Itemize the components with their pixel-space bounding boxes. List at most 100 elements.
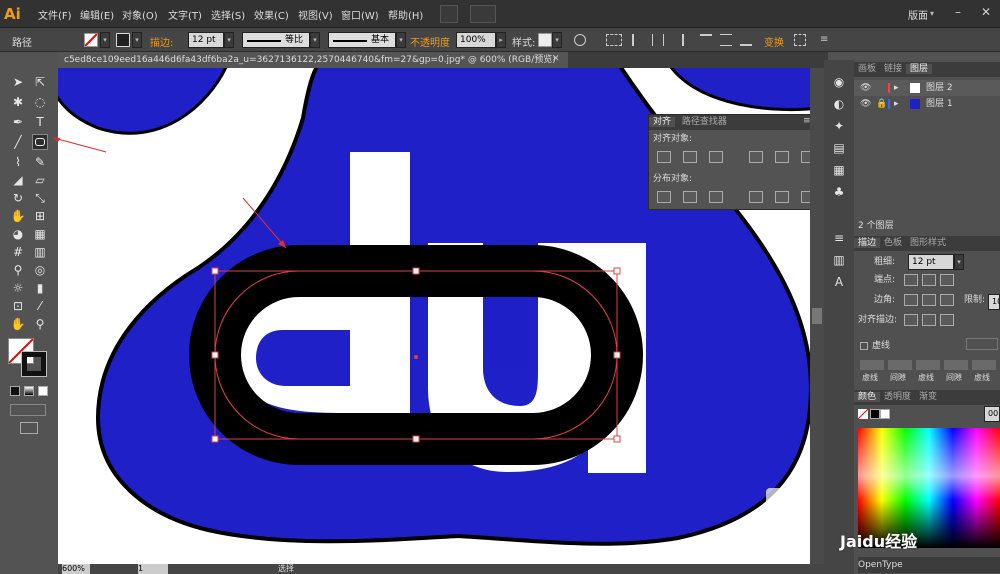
menu-view[interactable]: 视图(V) bbox=[298, 7, 333, 22]
fill-swatch[interactable] bbox=[84, 33, 98, 47]
blend-tool-icon[interactable]: ◎ bbox=[32, 262, 48, 278]
expand-arrow-icon[interactable]: ▸ bbox=[894, 96, 899, 112]
align-stroke-inside-icon[interactable] bbox=[922, 314, 936, 326]
handle-bottom-left[interactable] bbox=[211, 435, 219, 443]
horizontal-distribute-center-icon[interactable] bbox=[775, 191, 789, 203]
align-middle-icon[interactable] bbox=[720, 34, 732, 46]
character-icon[interactable]: A bbox=[831, 274, 847, 290]
weight-field[interactable]: 12 pt bbox=[908, 254, 954, 270]
handle-top-right[interactable] bbox=[613, 267, 621, 275]
gap-field-2[interactable] bbox=[944, 360, 968, 370]
handle-bottom-middle[interactable] bbox=[412, 435, 420, 443]
vertical-align-center-icon[interactable] bbox=[775, 151, 789, 163]
align-top-icon[interactable] bbox=[700, 34, 712, 46]
vertical-scrollbar[interactable] bbox=[810, 68, 824, 564]
projecting-cap-icon[interactable] bbox=[940, 274, 954, 286]
tab-align[interactable]: 对齐 bbox=[649, 117, 676, 127]
zoom-tool-icon[interactable]: ⚲ bbox=[32, 316, 48, 332]
menu-file[interactable]: 文件(F) bbox=[38, 7, 72, 22]
tab-pathfinder[interactable]: 路径查找器 bbox=[678, 117, 731, 127]
graphic-style-swatch[interactable] bbox=[538, 33, 552, 47]
transparency-icon[interactable]: ◐ bbox=[831, 96, 847, 112]
bridge-button[interactable] bbox=[440, 5, 458, 23]
perspective-grid-tool-icon[interactable]: ▦ bbox=[32, 226, 48, 242]
recolor-icon[interactable] bbox=[574, 34, 586, 46]
gradient-mode-button[interactable] bbox=[24, 386, 34, 396]
scale-tool-icon[interactable]: ⤡ bbox=[32, 190, 48, 206]
screen-mode-button[interactable] bbox=[20, 422, 38, 434]
mesh-tool-icon[interactable]: # bbox=[10, 244, 26, 260]
dash-field-3[interactable] bbox=[972, 360, 996, 370]
selection-tool-icon[interactable]: ➤ bbox=[10, 74, 26, 90]
handle-top-middle[interactable] bbox=[412, 267, 420, 275]
menu-help[interactable]: 帮助(H) bbox=[388, 7, 423, 22]
tab-graphic-styles[interactable]: 图形样式 bbox=[906, 238, 950, 248]
align-center-icon[interactable] bbox=[652, 34, 664, 46]
symbol-sprayer-tool-icon[interactable]: ☼ bbox=[10, 280, 26, 296]
close-icon[interactable]: ✕ bbox=[972, 0, 1000, 28]
eyedropper-tool-icon[interactable]: ⚲ bbox=[10, 262, 26, 278]
tab-color[interactable]: 颜色 bbox=[854, 392, 881, 402]
align-to-selection-icon[interactable] bbox=[606, 34, 622, 46]
black-swatch[interactable] bbox=[870, 409, 880, 419]
swatches-icon[interactable]: ▦ bbox=[831, 162, 847, 178]
dash-field-1[interactable] bbox=[860, 360, 884, 370]
white-swatch[interactable] bbox=[880, 409, 890, 419]
gradient-icon[interactable]: ▥ bbox=[831, 252, 847, 268]
opacity-field[interactable]: 100% bbox=[456, 32, 496, 48]
tab-gradient[interactable]: 渐变 bbox=[915, 392, 941, 402]
stroke-swatch[interactable] bbox=[116, 33, 130, 47]
handle-top-left[interactable] bbox=[211, 267, 219, 275]
shape-builder-tool-icon[interactable]: ◕ bbox=[10, 226, 26, 242]
lasso-tool-icon[interactable]: ◌ bbox=[32, 94, 48, 110]
dash-align-buttons[interactable] bbox=[966, 338, 998, 350]
horizontal-align-right-icon[interactable] bbox=[709, 151, 723, 163]
vertical-distribute-center-icon[interactable] bbox=[683, 191, 697, 203]
horizontal-align-left-icon[interactable] bbox=[657, 151, 671, 163]
menu-window[interactable]: 窗口(W) bbox=[341, 7, 379, 22]
weight-dropdown[interactable]: ▾ bbox=[954, 254, 964, 270]
horizontal-distribute-left-icon[interactable] bbox=[749, 191, 763, 203]
round-cap-icon[interactable] bbox=[922, 274, 936, 286]
rotate-tool-icon[interactable]: ↻ bbox=[10, 190, 26, 206]
pen-tool-icon[interactable]: ✒ bbox=[10, 114, 26, 130]
round-join-icon[interactable] bbox=[922, 294, 936, 306]
eye-icon[interactable]: 👁 bbox=[860, 80, 871, 96]
stroke-icon[interactable]: ≡ bbox=[831, 230, 847, 246]
stroke-color-box[interactable] bbox=[21, 351, 47, 377]
variable-width-profile[interactable]: 等比 bbox=[242, 32, 310, 48]
panel-menu-icon[interactable]: ≡ bbox=[820, 34, 834, 46]
minimize-icon[interactable]: – bbox=[944, 0, 972, 28]
layer-row-1[interactable]: 👁 🔒 ▸ 图层 1 bbox=[854, 96, 1000, 112]
align-left-icon[interactable] bbox=[632, 34, 644, 46]
menu-effect[interactable]: 效果(C) bbox=[254, 7, 289, 22]
stroke-dropdown[interactable]: ▾ bbox=[132, 32, 142, 48]
opentype-tab[interactable]: OpenType bbox=[858, 557, 1000, 573]
bevel-join-icon[interactable] bbox=[940, 294, 954, 306]
vertical-distribute-top-icon[interactable] bbox=[657, 191, 671, 203]
direct-selection-tool-icon[interactable]: ⇱ bbox=[32, 74, 48, 90]
limit-field[interactable]: 10 bbox=[988, 294, 1000, 310]
tab-layers[interactable]: 图层 bbox=[906, 64, 933, 74]
type-tool-icon[interactable]: T bbox=[32, 114, 48, 130]
opacity-label[interactable]: 不透明度 bbox=[410, 34, 450, 49]
none-swatch[interactable] bbox=[857, 408, 869, 420]
align-stroke-center-icon[interactable] bbox=[904, 314, 918, 326]
appearance-icon[interactable]: ▤ bbox=[831, 140, 847, 156]
handle-middle-right[interactable] bbox=[613, 351, 621, 359]
eye-icon[interactable]: 👁 bbox=[860, 96, 871, 112]
menu-object[interactable]: 对象(O) bbox=[122, 7, 158, 22]
draw-mode-buttons[interactable] bbox=[10, 404, 46, 416]
gradient-tool-icon[interactable]: ▥ bbox=[32, 244, 48, 260]
layer-row-2[interactable]: 👁 ▸ 图层 2 bbox=[854, 80, 1000, 96]
handle-bottom-right[interactable] bbox=[613, 435, 621, 443]
horizontal-align-center-icon[interactable] bbox=[683, 151, 697, 163]
chevron-down-icon[interactable]: ▾ bbox=[930, 9, 934, 18]
column-graph-tool-icon[interactable]: ▮ bbox=[32, 280, 48, 296]
hand-tool-icon[interactable]: ✋ bbox=[10, 316, 26, 332]
tab-swatches[interactable]: 色板 bbox=[880, 238, 906, 248]
menu-edit[interactable]: 编辑(E) bbox=[80, 7, 114, 22]
expand-arrow-icon[interactable]: ▸ bbox=[894, 80, 899, 96]
butt-cap-icon[interactable] bbox=[904, 274, 918, 286]
stroke-weight-dropdown[interactable]: ▾ bbox=[224, 32, 234, 48]
